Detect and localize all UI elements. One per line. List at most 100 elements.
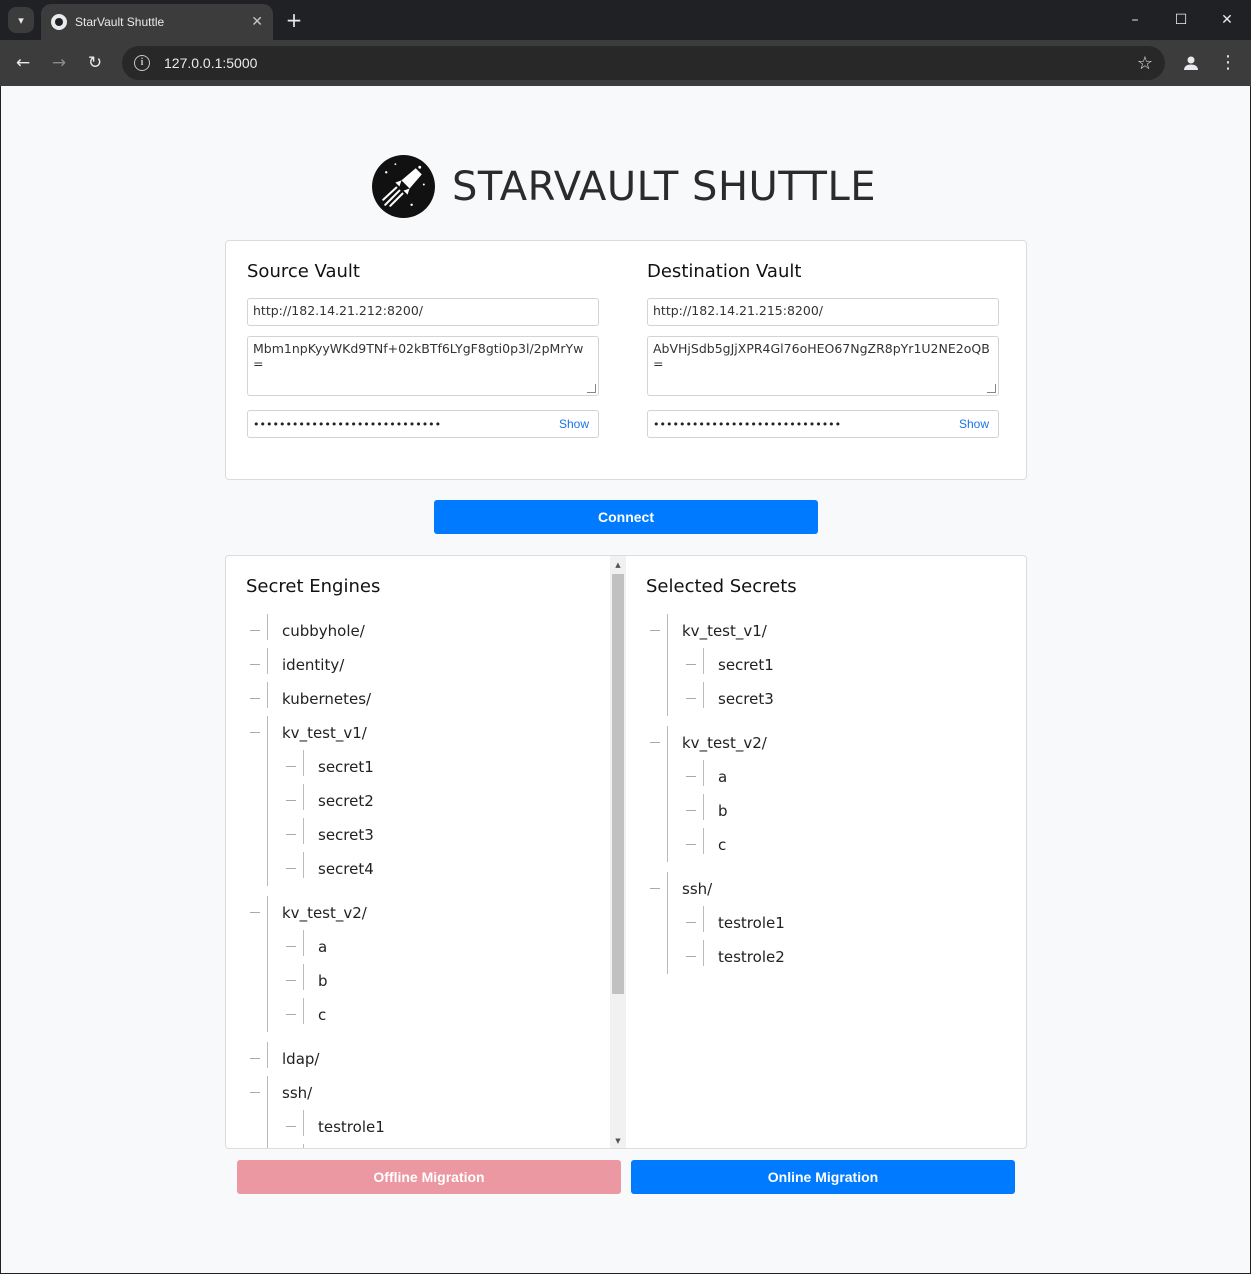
source-url-input[interactable]: http://182.14.21.212:8200/	[247, 298, 599, 326]
tab-search-icon[interactable]: ▾	[8, 7, 34, 33]
tree-leaf-label[interactable]: secret4	[318, 860, 374, 878]
tree-leaf-label[interactable]: c	[318, 1006, 326, 1024]
tree-connector	[286, 1126, 296, 1127]
tree-connector	[686, 956, 696, 957]
reload-icon[interactable]: ↻	[83, 51, 107, 75]
destination-password-mask: •••••••••••••••••••••••••••••	[653, 417, 842, 431]
source-show-password-button[interactable]: Show	[559, 417, 589, 431]
tree-guide	[703, 682, 704, 708]
tree-leaf-label[interactable]: b	[318, 972, 328, 990]
destination-token-textarea[interactable]: AbVHjSdb5gJjXPR4Gl76oHEO67NgZR8pYr1U2NE2…	[647, 336, 999, 396]
destination-url-input[interactable]: http://182.14.21.215:8200/	[647, 298, 999, 326]
tree-leaf-label[interactable]: testrole1	[718, 914, 785, 932]
tree-leaf-label[interactable]: secret3	[318, 826, 374, 844]
tree-node-label[interactable]: kv_test_v1/	[282, 724, 367, 742]
address-url[interactable]: 127.0.0.1:5000	[164, 55, 1137, 71]
selected-secrets-tree: kv_test_v1/secret1 secret3 kv_test_v2/a b c s…	[646, 614, 785, 984]
source-token-textarea[interactable]: Mbm1npKyyWKd9TNf+02kBTf6LYgF8gti0p3l/2pM…	[247, 336, 599, 396]
tree-row[interactable]: kubernetes/	[246, 682, 371, 716]
tree-connector	[250, 664, 260, 665]
tree-node-label[interactable]: ldap/	[282, 1050, 319, 1068]
tree-guide	[303, 1110, 304, 1136]
tree-leaf-label[interactable]: a	[318, 938, 327, 956]
tree-node-label[interactable]: kubernetes/	[282, 690, 371, 708]
back-icon[interactable]: ←	[11, 51, 35, 75]
secret-engines-pane[interactable]: Secret Engines cubbyhole/identity/kubern…	[226, 556, 610, 1148]
tree-node-label[interactable]: kv_test_v1/	[682, 622, 767, 640]
maximize-icon[interactable]: ☐	[1169, 8, 1193, 32]
tree-leaf-label[interactable]: testrole1	[318, 1118, 385, 1136]
tree-leaf-label[interactable]: secret2	[318, 792, 374, 810]
minimize-icon[interactable]: –	[1123, 8, 1147, 32]
bookmark-star-icon[interactable]: ☆	[1137, 53, 1153, 74]
tree-node: kubernetes/	[246, 682, 371, 716]
tree-leaf-label[interactable]: secret1	[718, 656, 774, 674]
tree-row[interactable]: kv_test_v2/	[246, 896, 367, 930]
tree-guide	[267, 1042, 268, 1068]
tree-guide	[267, 648, 268, 674]
site-info-icon[interactable]: i	[134, 55, 150, 71]
source-password-mask: •••••••••••••••••••••••••••••	[253, 417, 442, 431]
tree-row[interactable]: cubbyhole/	[246, 614, 365, 648]
profile-icon[interactable]	[1179, 51, 1203, 75]
secret-engines-tree: cubbyhole/identity/kubernetes/kv_test_v1…	[246, 614, 385, 1148]
engines-scrollbar[interactable]: ▲ ▼	[610, 556, 626, 1148]
online-migration-button[interactable]: Online Migration	[631, 1160, 1015, 1194]
tree-node-label[interactable]: cubbyhole/	[282, 622, 365, 640]
offline-migration-button[interactable]: Offline Migration	[237, 1160, 621, 1194]
vault-config-card: Source Vault http://182.14.21.212:8200/ …	[225, 240, 1027, 480]
tree-node: identity/	[246, 648, 344, 682]
tree-leaf-label[interactable]: secret3	[718, 690, 774, 708]
tree-row[interactable]: identity/	[246, 648, 344, 682]
tree-node-label[interactable]: identity/	[282, 656, 344, 674]
tree-leaf-label[interactable]: testrole2	[718, 948, 785, 966]
tree-row[interactable]: kv_test_v2/	[646, 726, 767, 760]
tree-leaf-label[interactable]: b	[718, 802, 728, 820]
browser-tab[interactable]: StarVault Shuttle ✕	[41, 4, 273, 40]
tree-connector	[286, 868, 296, 869]
tree-row[interactable]: kv_test_v1/	[246, 716, 367, 750]
tree-connector	[286, 980, 296, 981]
kebab-menu-icon[interactable]: ⋮	[1218, 51, 1238, 75]
new-tab-icon[interactable]: +	[283, 8, 305, 32]
tree-leaf-label[interactable]: a	[718, 768, 727, 786]
secrets-card: Secret Engines cubbyhole/identity/kubern…	[225, 555, 1027, 1149]
tree-row[interactable]: ssh/	[646, 872, 712, 906]
scrollbar-thumb[interactable]	[612, 574, 624, 994]
tree-node-label[interactable]: kv_test_v2/	[282, 904, 367, 922]
tree-guide	[303, 818, 304, 844]
tree-leaf-label[interactable]: c	[718, 836, 726, 854]
tree-row[interactable]: kv_test_v1/	[646, 614, 767, 648]
tree-guide	[303, 930, 304, 956]
tree-node-label[interactable]: ssh/	[282, 1084, 312, 1102]
tree-leaf-label[interactable]: secret1	[318, 758, 374, 776]
connect-button[interactable]: Connect	[434, 500, 818, 534]
source-password-input[interactable]: ••••••••••••••••••••••••••••• Show	[247, 410, 599, 438]
tree-connector	[286, 766, 296, 767]
tree-guide	[267, 682, 268, 708]
tree-row[interactable]: ldap/	[246, 1042, 319, 1076]
forward-icon[interactable]: →	[47, 51, 71, 75]
tree-node-label[interactable]: kv_test_v2/	[682, 734, 767, 752]
tree-connector	[650, 630, 660, 631]
destination-show-password-button[interactable]: Show	[959, 417, 989, 431]
scroll-up-icon[interactable]: ▲	[610, 558, 626, 572]
tree-guide	[703, 906, 704, 932]
selected-secrets-pane: Selected Secrets kv_test_v1/secret1 secre…	[626, 556, 1026, 1148]
tree-row[interactable]: ssh/	[246, 1076, 312, 1110]
tree-guide	[703, 760, 704, 786]
tree-guide	[303, 1144, 304, 1148]
destination-password-input[interactable]: ••••••••••••••••••••••••••••• Show	[647, 410, 999, 438]
close-window-icon[interactable]: ✕	[1215, 8, 1239, 32]
tree-node-label[interactable]: ssh/	[682, 880, 712, 898]
scroll-down-icon[interactable]: ▼	[610, 1134, 626, 1148]
shuttle-favicon-icon	[51, 14, 67, 30]
source-vault-heading: Source Vault	[247, 261, 360, 282]
tree-guide	[703, 794, 704, 820]
address-bar[interactable]: i 127.0.0.1:5000 ☆	[122, 46, 1165, 80]
tree-guide	[703, 648, 704, 674]
tree-connector	[686, 698, 696, 699]
tree-connector	[250, 912, 260, 913]
tree-guide	[667, 726, 668, 752]
close-tab-icon[interactable]: ✕	[251, 14, 263, 30]
